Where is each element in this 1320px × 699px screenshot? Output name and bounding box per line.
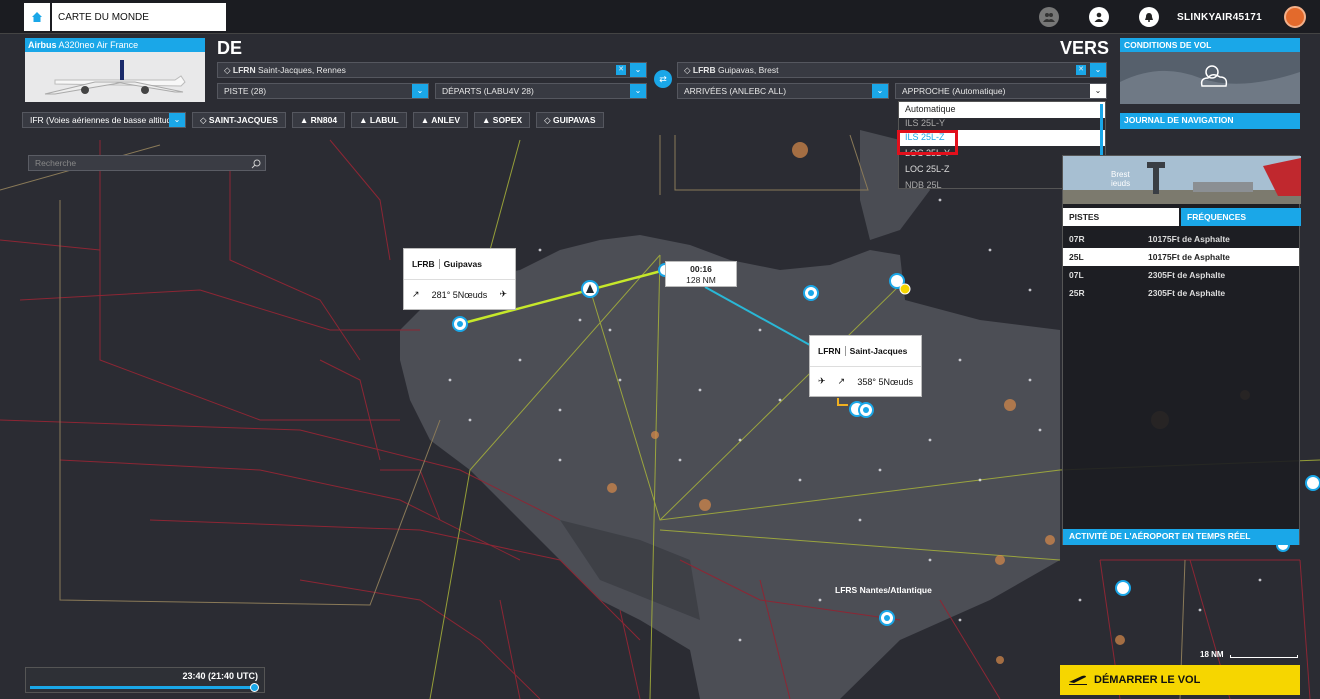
runway-row[interactable]: 25L 10175Ft de Asphalte xyxy=(1063,248,1299,266)
takeoff-icon: ✈ xyxy=(818,376,826,386)
avatar[interactable] xyxy=(1284,6,1306,28)
time-track[interactable] xyxy=(30,686,256,689)
waypoint-chip[interactable]: ◇ SAINT-JACQUES xyxy=(192,112,286,128)
chevron-down-icon[interactable]: ⌄ xyxy=(630,84,646,98)
flight-mode-select[interactable]: IFR (Voies aériennes de basse altitude) … xyxy=(22,112,186,128)
weather-icon xyxy=(1120,52,1300,104)
runway-select[interactable]: PISTE (28) ⌄ xyxy=(217,83,429,99)
search-icon[interactable] xyxy=(251,159,261,169)
wind-icon: ↗ xyxy=(412,289,420,299)
waypoint-chip[interactable]: ◇ GUIPAVAS xyxy=(536,112,604,128)
tab-frequencies[interactable]: FRÉQUENCES xyxy=(1181,208,1301,226)
friends-icon[interactable] xyxy=(1039,7,1060,27)
airport-tag-brest[interactable]: LFRB Guipavas ↗ 281° 5Nœuds ✈ xyxy=(403,248,516,310)
airport-photo: Brest ieuds xyxy=(1063,156,1301,204)
time-slider[interactable]: 23:40 (21:40 UTC) xyxy=(25,667,265,693)
departure-airport-select[interactable]: ◇ LFRN Saint-Jacques, Rennes ✕ ⌄ xyxy=(217,62,647,78)
time-handle[interactable] xyxy=(250,683,259,692)
runway-row[interactable]: 07R 10175Ft de Asphalte xyxy=(1063,230,1299,248)
conditions-title: CONDITIONS DE VOL xyxy=(1120,38,1300,52)
chevron-down-icon[interactable]: ⌄ xyxy=(412,84,428,98)
approach-select[interactable]: APPROCHE (Automatique) ⌄ xyxy=(895,83,1107,99)
photo-caption: Brest ieuds xyxy=(1111,170,1131,188)
runway-row[interactable]: 25R 2305Ft de Asphalte xyxy=(1063,284,1299,302)
home-button[interactable] xyxy=(24,3,50,31)
notifications-icon[interactable] xyxy=(1139,7,1160,27)
airport-info-panel: Brest ieuds PISTES FRÉQUENCES 07R 10175Ft… xyxy=(1062,155,1301,545)
waypoint-chip[interactable]: ▲ RN804 xyxy=(291,112,346,128)
username[interactable]: SLINKYAIR45171 xyxy=(1177,12,1262,23)
arrival-procedure-select[interactable]: ARRIVÉES (ANLEBC ALL) ⌄ xyxy=(677,83,889,99)
selection-highlight xyxy=(897,130,958,155)
chevron-down-icon[interactable]: ⌄ xyxy=(630,63,646,77)
clear-icon[interactable]: ✕ xyxy=(1076,65,1086,75)
airport-label-nantes[interactable]: LFRS Nantes/Atlantique xyxy=(835,585,932,595)
airport-tag-rennes[interactable]: LFRN Saint-Jacques ✈ ↗ 358° 5Nœuds xyxy=(809,335,922,397)
runway-row[interactable]: 07L 2305Ft de Asphalte xyxy=(1063,266,1299,284)
flight-conditions-card[interactable]: CONDITIONS DE VOL xyxy=(1120,38,1300,104)
map-scale: 18 NM xyxy=(1200,650,1300,662)
tab-world-map[interactable]: CARTE DU MONDE xyxy=(52,3,226,31)
nav-log-button[interactable]: JOURNAL DE NAVIGATION xyxy=(1120,113,1300,129)
live-activity-button[interactable]: ACTIVITÉ DE L'AÉROPORT EN TEMPS RÉEL xyxy=(1063,529,1299,545)
waypoint-chip[interactable]: ▲ ANLEV xyxy=(412,112,468,128)
dropdown-option[interactable]: ILS 25L-Y xyxy=(899,118,1105,130)
aircraft-title: Airbus A320neo Air France xyxy=(25,38,205,52)
aircraft-selector[interactable]: Airbus A320neo Air France xyxy=(25,38,205,102)
chevron-down-icon[interactable]: ⌄ xyxy=(169,113,185,127)
time-label: 23:40 (21:40 UTC) xyxy=(182,671,258,681)
dropdown-option[interactable]: Automatique xyxy=(899,102,1105,118)
waypoint-chip[interactable]: ▲ SOPEX xyxy=(474,112,531,128)
wind-icon: ↗ xyxy=(837,376,846,386)
airport-icon: ◇ xyxy=(684,65,691,75)
leg-info-label: 00:16 128 NM xyxy=(665,261,737,287)
flight-panel: Airbus A320neo Air France DE VERS ◇ LFRN… xyxy=(22,36,1302,104)
arrival-heading: VERS xyxy=(1060,38,1110,58)
chevron-down-icon[interactable]: ⌄ xyxy=(1090,84,1106,98)
profile-icon[interactable] xyxy=(1089,7,1110,27)
route-bar: IFR (Voies aériennes de basse altitude) … xyxy=(22,112,604,130)
start-flight-button[interactable]: DÉMARRER LE VOL xyxy=(1060,665,1300,695)
departure-heading: DE xyxy=(217,38,243,58)
home-icon xyxy=(32,12,42,22)
arrival-airport-select[interactable]: ◇ LFRB Guipavas, Brest ✕ ⌄ xyxy=(677,62,1107,78)
landing-icon: ✈ xyxy=(499,289,507,299)
tab-runways[interactable]: PISTES xyxy=(1063,208,1179,226)
top-bar: CARTE DU MONDE SLINKYAIR45171 xyxy=(0,0,1320,34)
departure-procedure-select[interactable]: DÉPARTS (LABU4V 28) ⌄ xyxy=(435,83,647,99)
clear-icon[interactable]: ✕ xyxy=(616,65,626,75)
swap-airports-button[interactable]: ⇄ xyxy=(654,70,672,88)
aircraft-image xyxy=(25,52,205,102)
dropdown-scrollbar[interactable] xyxy=(1100,104,1103,160)
airport-icon: ◇ xyxy=(224,65,231,75)
search-input[interactable]: Recherche xyxy=(28,155,266,171)
waypoint-chip[interactable]: ▲ LABUL xyxy=(351,112,407,128)
chevron-down-icon[interactable]: ⌄ xyxy=(872,84,888,98)
chevron-down-icon[interactable]: ⌄ xyxy=(1090,63,1106,77)
takeoff-icon xyxy=(1069,675,1087,685)
